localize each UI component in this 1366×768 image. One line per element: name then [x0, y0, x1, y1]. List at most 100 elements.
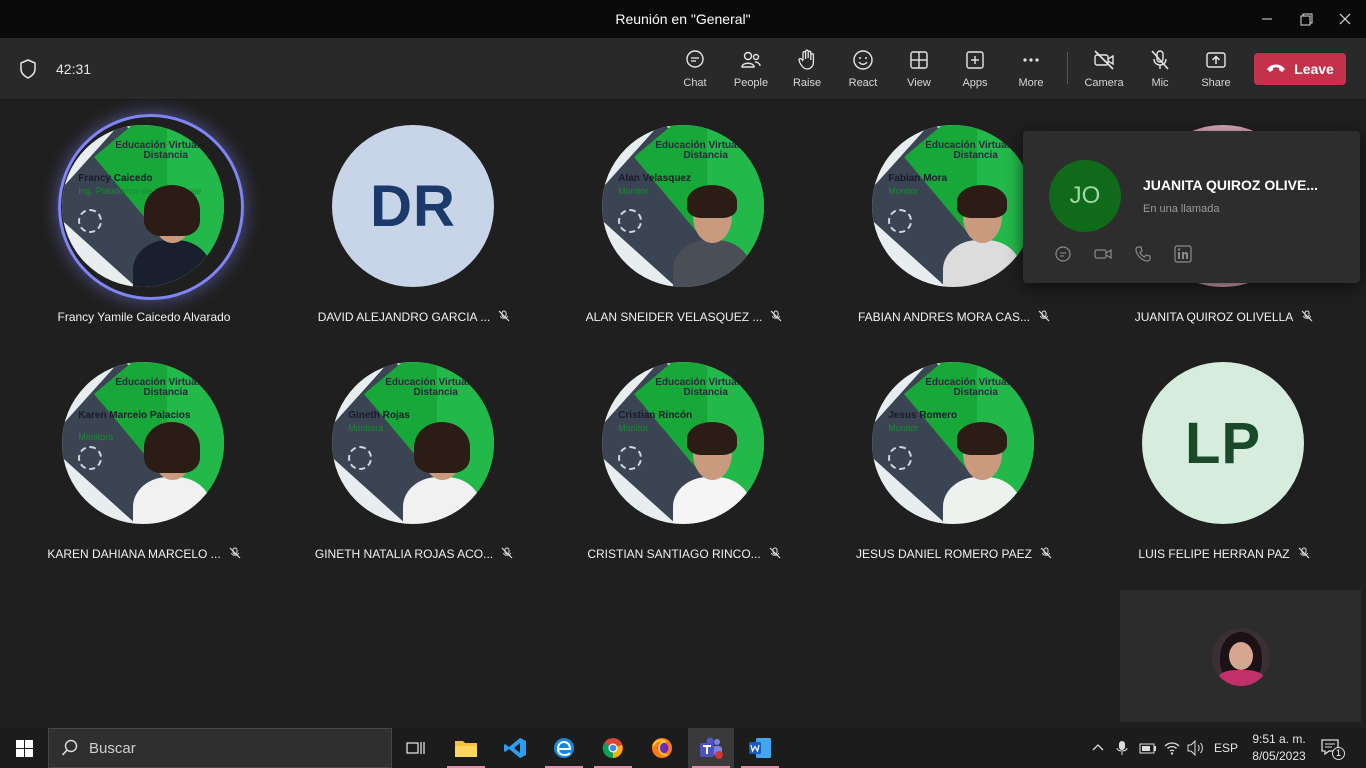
raise-hand-button[interactable]: Raise	[779, 48, 835, 94]
mic-off-icon	[1151, 50, 1169, 70]
more-button[interactable]: More	[1003, 48, 1059, 94]
video-name-label: Jesus Romero	[888, 409, 958, 421]
participant-video: Educación Virtual y a Distancia Cristian…	[602, 362, 764, 524]
chrome-icon	[602, 738, 623, 759]
vscode-app[interactable]	[492, 728, 538, 768]
participant-name: ALAN SNEIDER VELASQUEZ ...	[549, 310, 819, 324]
hand-icon	[798, 49, 815, 70]
taskbar-clock[interactable]: 9:51 a. m. 8/05/2023	[1246, 731, 1312, 765]
view-label: View	[907, 77, 931, 89]
mic-muted-icon	[770, 310, 782, 322]
view-button[interactable]: View	[891, 48, 947, 94]
participant-tile[interactable]: Educación Virtual y a Distancia Francy C…	[9, 100, 279, 324]
brand-label: Educación Virtual y a Distancia	[385, 377, 487, 399]
toolbar-divider	[1067, 52, 1068, 84]
participant-name: LUIS FELIPE HERRAN PAZ	[1089, 547, 1359, 561]
linkedin-icon[interactable]	[1174, 245, 1192, 263]
mic-button[interactable]: Mic	[1132, 48, 1188, 94]
chat-icon[interactable]	[1054, 245, 1072, 263]
participant-tile[interactable]: Educación Virtual y a Distancia Cristian…	[549, 337, 819, 561]
video-call-icon[interactable]	[1094, 245, 1112, 263]
phone-icon[interactable]	[1134, 245, 1152, 263]
participant-name: DAVID ALEJANDRO GARCIA ...	[279, 310, 549, 324]
video-name-label: Francy Caicedo	[78, 172, 153, 184]
participant-tile[interactable]: LP LUIS FELIPE HERRAN PAZ	[1089, 337, 1359, 561]
mic-muted-icon	[1038, 310, 1050, 322]
close-button[interactable]	[1333, 8, 1357, 30]
task-view-icon	[406, 742, 425, 754]
phone-hangup-icon	[1267, 64, 1286, 72]
minimize-button[interactable]	[1255, 8, 1279, 30]
wifi-icon[interactable]	[1164, 740, 1180, 756]
microphone-icon[interactable]	[1116, 740, 1128, 756]
more-label: More	[1018, 77, 1044, 89]
apps-label: Apps	[962, 77, 988, 89]
brand-label: Educación Virtual y a Distancia	[655, 140, 757, 162]
leave-button[interactable]: Leave	[1254, 53, 1346, 85]
apps-button[interactable]: Apps	[947, 48, 1003, 94]
word-app[interactable]	[737, 728, 783, 768]
share-button[interactable]: Share	[1188, 48, 1244, 94]
edge-app[interactable]	[541, 728, 587, 768]
firefox-app[interactable]	[639, 728, 685, 768]
participant-name: GINETH NATALIA ROJAS ACO...	[279, 547, 549, 561]
participant-tile[interactable]: Educación Virtual y a Distancia Alan Vel…	[549, 100, 819, 324]
firefox-icon	[652, 738, 672, 758]
task-view-button[interactable]	[393, 728, 439, 768]
camera-button[interactable]: Camera	[1076, 48, 1132, 94]
participant-tile[interactable]: DR DAVID ALEJANDRO GARCIA ...	[279, 100, 549, 324]
participant-name: CRISTIAN SANTIAGO RINCO...	[549, 547, 819, 561]
participant-image	[673, 422, 752, 524]
video-name-label: Alan Velasquez	[618, 172, 691, 184]
video-role-label: Monitor	[888, 422, 919, 433]
chat-label: Chat	[683, 77, 707, 89]
mic-muted-icon	[498, 310, 510, 322]
profile-card: JO JUANITA QUIROZ OLIVE... En una llamad…	[1023, 131, 1360, 283]
participant-image	[403, 422, 482, 524]
react-label: React	[848, 77, 878, 89]
profile-card-status: En una llamada	[1143, 203, 1220, 215]
restore-button[interactable]	[1294, 8, 1318, 30]
profile-card-avatar: JO	[1049, 160, 1121, 232]
participant-tile[interactable]: Educación Virtual y a Distancia Karen Ma…	[9, 337, 279, 561]
mic-muted-icon	[501, 547, 513, 559]
profile-card-name[interactable]: JUANITA QUIROZ OLIVE...	[1143, 177, 1318, 193]
meeting-toolbar: 42:31 Chat People Raise React View Apps …	[0, 38, 1366, 100]
people-label: People	[733, 77, 769, 89]
language-indicator[interactable]: ESP	[1214, 741, 1238, 755]
react-button[interactable]: React	[835, 48, 891, 94]
title-bar: Reunión en "General"	[0, 0, 1366, 38]
volume-icon[interactable]	[1187, 740, 1205, 756]
notification-center-button[interactable]: 1	[1320, 738, 1346, 760]
participant-name: KAREN DAHIANA MARCELO ...	[9, 547, 279, 561]
video-name-label: Cristian Rincón	[618, 409, 693, 421]
participant-video: Educación Virtual y a Distancia Gineth R…	[332, 362, 494, 524]
taskbar-search[interactable]: Buscar	[48, 728, 392, 768]
battery-icon[interactable]	[1139, 741, 1157, 755]
chevron-up-icon[interactable]	[1092, 742, 1104, 754]
self-preview[interactable]	[1120, 590, 1361, 722]
file-explorer-app[interactable]	[443, 728, 489, 768]
teams-icon	[700, 737, 723, 759]
mic-muted-icon	[1040, 547, 1052, 559]
participant-tile[interactable]: Educación Virtual y a Distancia Gineth R…	[279, 337, 549, 561]
teams-app[interactable]	[688, 728, 734, 768]
camera-off-icon	[1094, 50, 1114, 70]
folder-icon	[455, 741, 477, 757]
participant-video: Educación Virtual y a Distancia Francy C…	[62, 125, 224, 287]
chrome-app[interactable]	[590, 728, 636, 768]
notification-count-badge: 1	[1332, 747, 1345, 760]
start-button[interactable]	[0, 728, 48, 768]
participant-tile[interactable]: Educación Virtual y a Distancia Jesus Ro…	[819, 337, 1089, 561]
people-button[interactable]: People	[723, 48, 779, 94]
mic-muted-icon	[769, 547, 781, 559]
chat-button[interactable]: Chat	[667, 48, 723, 94]
mic-label: Mic	[1151, 77, 1169, 89]
meeting-timer: 42:31	[56, 61, 92, 77]
raise-label: Raise	[792, 77, 822, 89]
video-role-label: Monitor	[618, 422, 649, 433]
participant-name: FABIAN ANDRES MORA CAS...	[819, 310, 1089, 324]
participant-image	[943, 422, 1022, 524]
share-label: Share	[1201, 77, 1231, 89]
shield-icon	[20, 59, 36, 79]
